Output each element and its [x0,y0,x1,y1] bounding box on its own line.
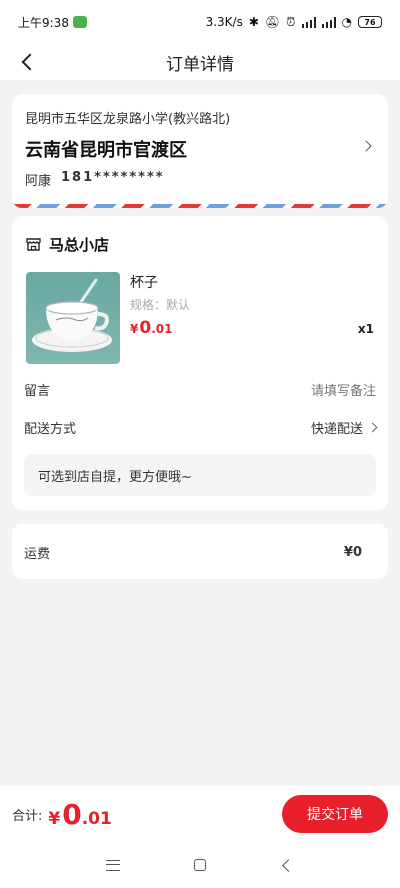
total-decimal: .01 [81,808,112,829]
back-button[interactable] [14,48,42,76]
submit-order-button[interactable]: 提交订单 [282,795,388,833]
product-image[interactable] [26,272,120,364]
shipping-card: 运费 ¥0 [12,524,388,579]
pickup-tip[interactable]: 可选到店自提，更方便哦~ [24,454,376,496]
status-bar: 上午9:38 3.3K/s ✱ 🔕︎ ⏰︎ ◔ 76 [0,0,400,44]
product-quantity: x1 [357,322,374,336]
shipping-label: 运费 [24,547,51,562]
shop-name: 马总小店 [49,236,110,254]
system-nav-bar [0,842,400,888]
delivery-value: 快递配送 [310,422,363,437]
app-badge-icon [72,16,87,28]
menu-button[interactable] [98,850,128,880]
total-label: 合计: [12,808,43,824]
shop-header: 马总小店 [26,234,109,255]
product-spec: 规格：默认 [130,298,191,312]
chevron-right-icon [360,140,372,152]
chevron-left-icon [21,53,39,71]
status-time: 上午9:38 [18,15,69,30]
total-integer: 0 [62,797,82,831]
wifi-icon: ◔ [341,15,352,29]
message-input[interactable]: 请填写备注 [311,380,376,399]
total-symbol: ¥ [48,808,61,829]
product-name: 杯子 [130,275,158,291]
address-contact: 阿康 181******** [25,170,165,189]
total-price: ¥ 0 .01 [48,798,111,831]
message-label: 留言 [24,384,51,399]
delivery-row[interactable]: 配送方式 快递配送 [24,418,378,437]
delivery-label: 配送方式 [24,422,77,437]
page-title: 订单详情 [166,54,234,75]
battery-icon: 76 [358,16,382,28]
back-icon [282,858,296,872]
address-region: 云南省昆明市官渡区 [25,140,187,161]
checkout-bar: 合计: ¥ 0 .01 提交订单 [0,786,400,842]
bluetooth-icon: ✱ [248,15,259,29]
airmail-border [12,204,388,208]
shipping-row: 运费 ¥0 [24,543,376,562]
mute-icon: 🔕︎ [264,15,281,29]
network-speed: 3.3K/s [205,15,243,29]
hd-signal-icon [321,16,336,28]
shipping-fee: ¥0 [343,545,362,560]
product-price: ¥ 0 .01 [130,318,172,338]
home-button[interactable] [185,850,215,880]
alarm-icon: ⏰︎ [286,14,296,29]
price-decimal: .01 [151,322,173,336]
store-icon [26,238,41,251]
contact-phone: 181******** [61,170,165,185]
price-symbol: ¥ [130,322,139,336]
message-row[interactable]: 留言 请填写备注 [24,380,376,399]
address-card[interactable]: 昆明市五华区龙泉路小学(教兴路北) 云南省昆明市官渡区 阿康 181******… [12,94,388,208]
address-detail: 昆明市五华区龙泉路小学(教兴路北) [25,112,231,127]
system-back-button[interactable] [272,850,302,880]
contact-name: 阿康 [25,174,52,189]
delivery-value-wrap[interactable]: 快递配送 [310,418,378,437]
nav-bar: 订单详情 [0,44,400,80]
shop-card: 马总小店 杯子 规格：默认 ¥ 0 .01 x1 留言 请填写备注 配送方式 快… [12,216,388,510]
price-integer: 0 [139,318,152,338]
menu-icon [106,859,121,871]
home-icon [193,859,206,871]
hd-signal-icon [301,16,316,28]
chevron-right-icon [367,422,378,433]
